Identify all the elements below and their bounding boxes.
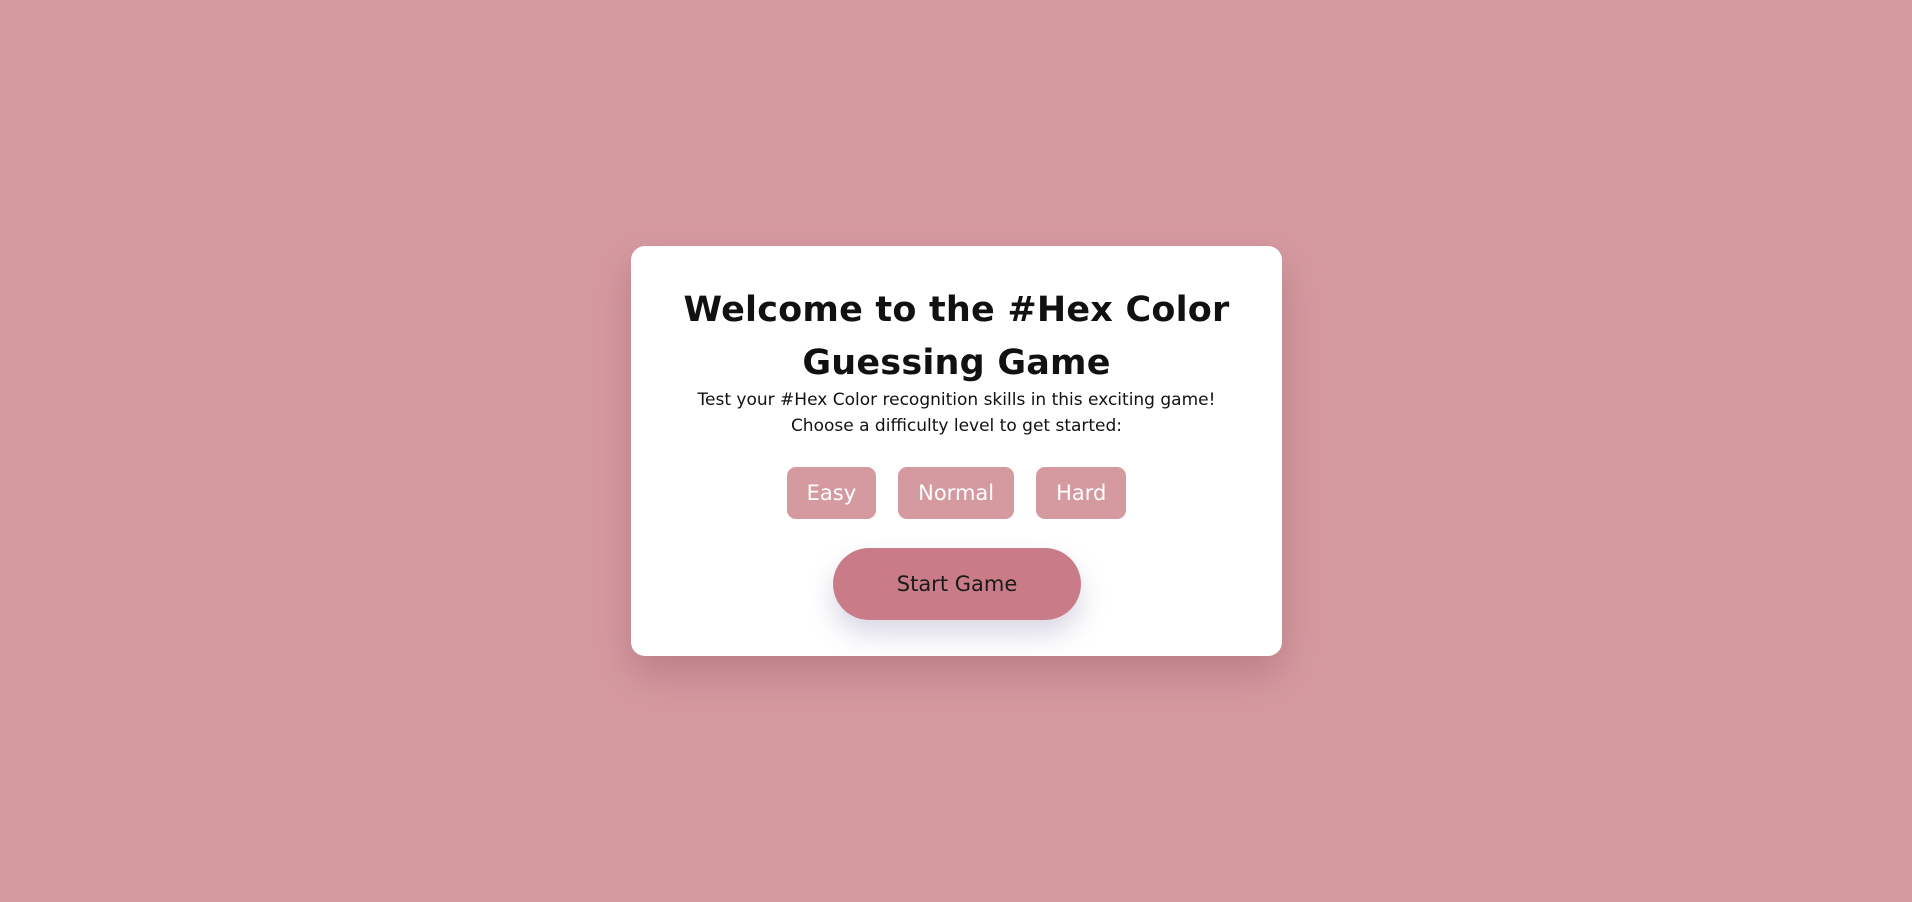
- description-line-2: Choose a difficulty level to get started…: [790, 416, 1123, 436]
- welcome-card: Welcome to the #Hex Color Guessing Game …: [631, 246, 1282, 656]
- difficulty-normal-button[interactable]: Normal: [898, 467, 1015, 519]
- difficulty-hard-button[interactable]: Hard: [1036, 467, 1127, 519]
- start-game-button[interactable]: Start Game: [833, 548, 1081, 620]
- difficulty-easy-button[interactable]: Easy: [786, 467, 877, 519]
- game-title: Welcome to the #Hex Color Guessing Game: [683, 290, 1230, 383]
- description-line-1: Test your #Hex Color recognition skills …: [697, 390, 1216, 410]
- difficulty-selector: Easy Normal Hard: [631, 467, 1282, 519]
- game-description: Test your #Hex Color recognition skills …: [657, 387, 1257, 439]
